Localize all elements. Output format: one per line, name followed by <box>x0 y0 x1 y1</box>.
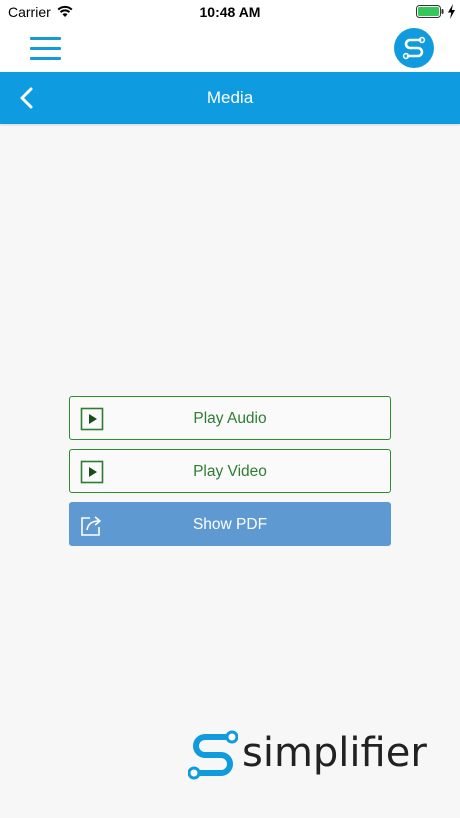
play-video-button[interactable]: Play Video <box>69 449 391 493</box>
top-bar <box>0 24 460 72</box>
simplifier-s-logo-icon <box>188 730 238 780</box>
play-audio-button[interactable]: Play Audio <box>69 396 391 440</box>
show-pdf-label: Show PDF <box>192 516 268 533</box>
nav-bar: Media <box>0 72 460 124</box>
simplifier-s-logo-icon[interactable] <box>394 28 434 68</box>
status-time: 10:48 AM <box>199 4 261 20</box>
hamburger-menu-icon[interactable] <box>28 35 64 63</box>
battery-icon <box>416 5 444 18</box>
page-title: Media <box>206 88 254 107</box>
brand-name: simplifier <box>242 730 427 776</box>
charging-bolt-icon <box>448 4 455 19</box>
play-audio-label: Play Audio <box>193 410 267 427</box>
play-video-label: Play Video <box>193 463 267 480</box>
brand-logo: simplifier <box>188 728 427 780</box>
show-pdf-button[interactable]: Show PDF <box>69 502 391 546</box>
status-bar: Carrier 10:48 AM <box>0 0 460 24</box>
